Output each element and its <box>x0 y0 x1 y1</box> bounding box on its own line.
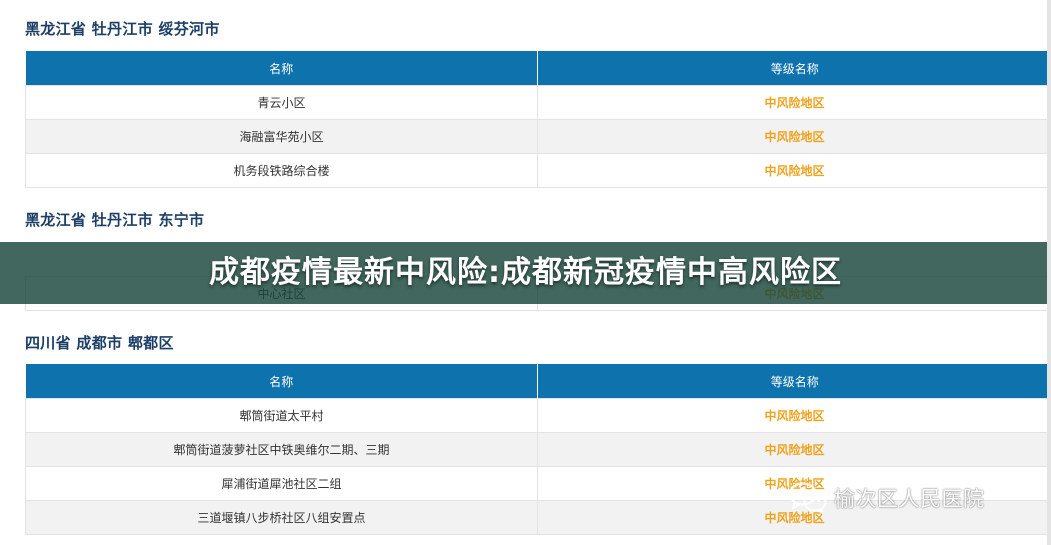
area-name: 海融富华苑小区 <box>25 119 538 154</box>
area-name: 犀浦街道犀池社区二组 <box>25 466 538 501</box>
page: 黑龙江省 牡丹江市 绥芬河市 名称 等级名称 青云小区 中风险地区 海融富华苑小… <box>0 0 1051 545</box>
table-header-row: 名称 等级名称 <box>25 51 1051 86</box>
area-name: 郫筒街道太平村 <box>25 398 538 433</box>
table-header-row: 名称 等级名称 <box>25 364 1051 399</box>
column-header-name: 名称 <box>25 51 538 86</box>
table-row: 青云小区 中风险地区 <box>25 85 1051 120</box>
watermark: 榆次区人民医院 <box>788 478 985 518</box>
risk-level: 中风险地区 <box>537 119 1051 154</box>
headline-text: 成都疫情最新中风险:成都新冠疫情中高风险区 <box>209 255 842 290</box>
area-name: 青云小区 <box>25 85 538 120</box>
page-edge-divider <box>1047 0 1051 545</box>
section-title-dongning: 黑龙江省 牡丹江市 东宁市 <box>25 211 205 229</box>
risk-level: 中风险地区 <box>537 153 1051 188</box>
section-title-suifenhe: 黑龙江省 牡丹江市 绥芬河市 <box>25 20 220 38</box>
risk-level: 中风险地区 <box>537 398 1051 433</box>
column-header-level: 等级名称 <box>537 51 1051 86</box>
table-row: 机务段铁路综合楼 中风险地区 <box>25 153 1051 188</box>
risk-level: 中风险地区 <box>537 432 1051 467</box>
area-name: 机务段铁路综合楼 <box>25 153 538 188</box>
column-header-level: 等级名称 <box>537 364 1051 399</box>
table-row: 海融富华苑小区 中风险地区 <box>25 119 1051 154</box>
wechat-icon <box>788 482 827 515</box>
column-header-name: 名称 <box>25 364 538 399</box>
risk-table-suifenhe: 名称 等级名称 青云小区 中风险地区 海融富华苑小区 中风险地区 机务段铁路综合… <box>25 51 1051 188</box>
table-row: 郫筒街道太平村 中风险地区 <box>25 398 1051 433</box>
area-name: 郫筒街道菠萝社区中铁奥维尔二期、三期 <box>25 432 538 467</box>
risk-level: 中风险地区 <box>537 85 1051 120</box>
table-row: 郫筒街道菠萝社区中铁奥维尔二期、三期 中风险地区 <box>25 432 1051 467</box>
area-name: 三道堰镇八步桥社区八组安置点 <box>25 500 538 535</box>
watermark-text: 榆次区人民医院 <box>834 487 985 511</box>
section-title-pidu: 四川省 成都市 郫都区 <box>25 334 174 352</box>
